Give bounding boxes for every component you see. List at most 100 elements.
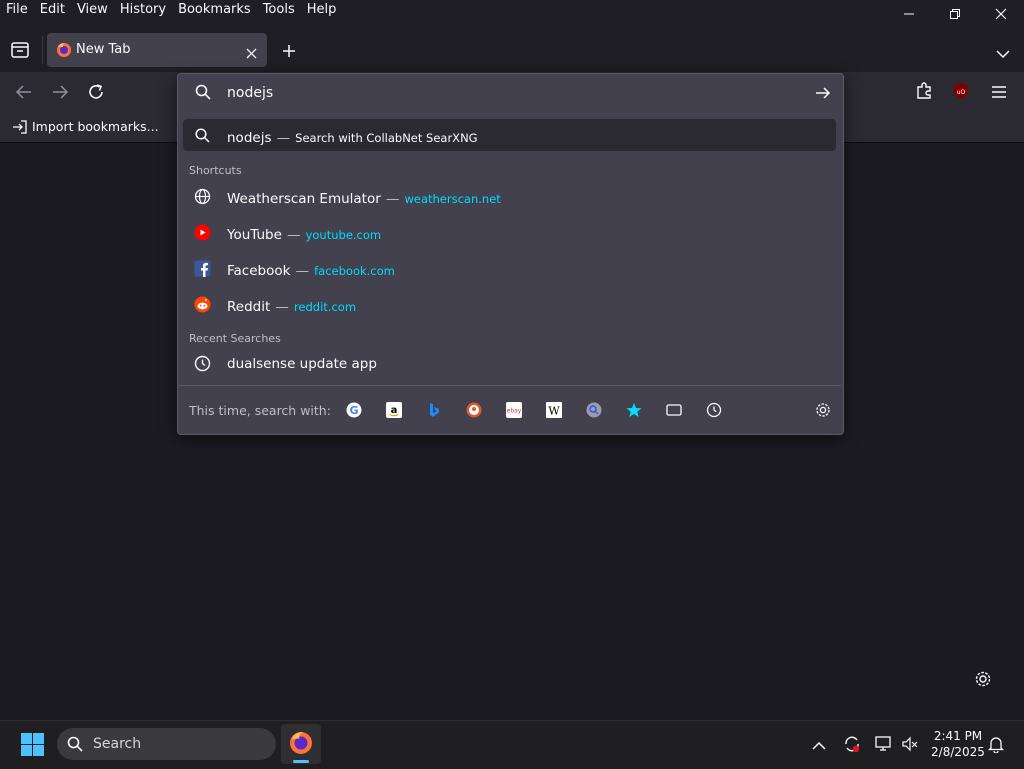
windows-logo-icon: [21, 733, 44, 756]
ublock-button[interactable]: uO: [952, 82, 970, 104]
show-hidden-icons-button[interactable]: [812, 737, 826, 756]
recent-search-title: dualsense update app: [227, 356, 377, 372]
clock-icon: [706, 402, 722, 418]
globe-icon: [194, 188, 211, 209]
shortcut-url: youtube.com: [305, 228, 382, 242]
notifications-button[interactable]: [987, 735, 1005, 757]
shortcut-title: Weatherscan Emulator: [227, 191, 381, 207]
restore-button[interactable]: [940, 4, 970, 24]
bell-icon: [987, 737, 1005, 754]
ebay-engine-button[interactable]: ebay: [504, 400, 524, 420]
shortcut-text: YouTube — youtube.com: [227, 224, 381, 243]
facebook-icon: [194, 260, 211, 281]
shortcuts-heading: Shortcuts: [189, 164, 242, 177]
menu-help[interactable]: Help: [301, 0, 343, 22]
start-button[interactable]: [21, 733, 44, 760]
arrow-right-icon: [816, 87, 831, 99]
menu-history[interactable]: History: [114, 0, 172, 22]
clock-time: 2:41 PM: [933, 729, 983, 743]
reload-icon: [89, 84, 103, 99]
shortcut-url: weatherscan.net: [404, 192, 501, 206]
separator: —: [276, 130, 291, 146]
hamburger-icon: [992, 86, 1006, 98]
firefox-view-button[interactable]: [10, 40, 30, 64]
separator: —: [295, 263, 310, 279]
close-window-button[interactable]: [986, 4, 1016, 24]
wikipedia-engine-button[interactable]: W: [544, 400, 564, 420]
divider: [178, 385, 841, 386]
app-menu-button[interactable]: [991, 84, 1007, 103]
shortcut-title: Facebook: [227, 263, 291, 279]
network-icon[interactable]: [875, 735, 893, 757]
search-with-label: This time, search with:: [189, 403, 331, 418]
puzzle-icon: [917, 82, 931, 99]
new-tab-settings-button[interactable]: [974, 670, 992, 692]
svg-text:ebay: ebay: [507, 408, 522, 415]
chevron-down-icon: [996, 50, 1010, 59]
menu-tools[interactable]: Tools: [257, 0, 301, 22]
shortcut-text: Weatherscan Emulator — weatherscan.net: [227, 188, 501, 207]
separator: —: [287, 227, 301, 243]
import-icon: [12, 119, 28, 138]
minimize-button[interactable]: [894, 4, 924, 24]
close-icon: [246, 48, 257, 59]
chevron-up-icon: [812, 741, 826, 750]
sync-status-icon[interactable]: [843, 735, 861, 757]
shortcut-title: YouTube: [227, 227, 282, 243]
bookmarks-search-button[interactable]: [624, 400, 644, 420]
shortcut-url: facebook.com: [314, 264, 395, 278]
shortcut-text: Reddit — reddit.com: [227, 296, 356, 315]
minimize-icon: [904, 13, 914, 15]
youtube-icon: [194, 224, 211, 245]
searxng-engine-button[interactable]: [584, 400, 604, 420]
search-icon: [195, 128, 210, 147]
recent-searches-heading: Recent Searches: [189, 332, 281, 345]
back-button[interactable]: [15, 84, 33, 104]
menu-file[interactable]: File: [0, 0, 34, 22]
menu-edit[interactable]: Edit: [34, 0, 71, 22]
ebay-icon: ebay: [506, 402, 522, 418]
gear-icon: [975, 671, 991, 687]
taskbar-clock[interactable]: 2:41 PM 2/8/2025: [928, 729, 988, 759]
forward-button[interactable]: [51, 84, 69, 104]
menu-view[interactable]: View: [71, 0, 114, 22]
search-icon: [195, 84, 211, 104]
import-bookmarks-button[interactable]: Import bookmarks...: [32, 119, 159, 134]
new-tab-button[interactable]: [282, 43, 296, 62]
shortcut-title: Reddit: [227, 299, 271, 315]
search-suggestion-text: nodejs — Search with CollabNet SearXNG: [227, 127, 478, 146]
history-search-button[interactable]: [704, 400, 724, 420]
menu-bookmarks[interactable]: Bookmarks: [172, 0, 257, 22]
svg-text:uO: uO: [957, 89, 966, 96]
bing-icon: [430, 403, 439, 417]
menu-bar: File Edit View History Bookmarks Tools H…: [0, 0, 342, 22]
google-icon: G: [346, 402, 362, 418]
amazon-engine-button[interactable]: a: [384, 400, 404, 420]
google-engine-button[interactable]: G: [344, 400, 364, 420]
plus-icon: [283, 45, 295, 57]
reload-button[interactable]: [87, 83, 105, 105]
tabs-search-button[interactable]: [664, 400, 684, 420]
forward-arrow-icon: [53, 85, 69, 99]
separator: —: [275, 299, 289, 315]
duckduckgo-icon: [466, 402, 482, 418]
clock-date: 2/8/2025: [931, 745, 985, 759]
wikipedia-icon: W: [546, 402, 562, 418]
search-settings-button[interactable]: [813, 400, 833, 420]
separator: —: [385, 191, 400, 207]
duckduckgo-engine-button[interactable]: [464, 400, 484, 420]
volume-muted-icon[interactable]: [901, 735, 919, 757]
bing-engine-button[interactable]: [424, 400, 444, 420]
clock-icon: [194, 355, 211, 376]
close-tab-button[interactable]: [246, 44, 257, 63]
close-icon: [995, 8, 1007, 20]
firefox-icon: [289, 731, 313, 759]
suggestion-query: nodejs: [227, 130, 272, 146]
svg-text:a: a: [391, 405, 398, 416]
go-button[interactable]: [815, 85, 831, 104]
url-input[interactable]: [227, 84, 787, 102]
extensions-button[interactable]: [915, 82, 933, 104]
list-all-tabs-button[interactable]: [996, 44, 1010, 63]
taskbar-search-box[interactable]: [57, 728, 276, 760]
taskbar-search-placeholder: Search: [93, 736, 142, 752]
